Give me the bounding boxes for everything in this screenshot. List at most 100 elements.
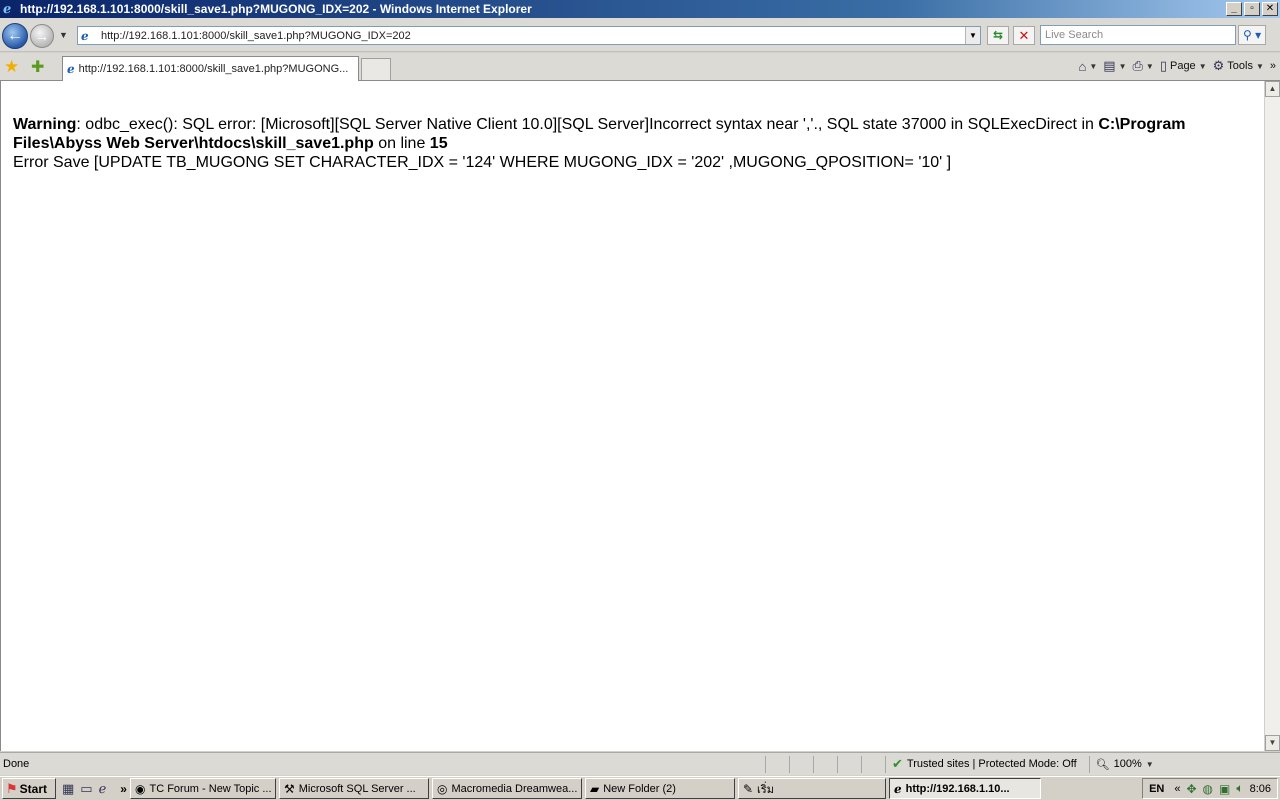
taskbar-item-dreamweaver[interactable]: ◎ Macromedia Dreamwea... (431, 778, 582, 799)
dreamweaver-icon: ◎ (436, 781, 448, 796)
taskbar-item-label: TC Forum - New Topic ... (149, 782, 272, 795)
command-bar: ⌂ ▼ ▤ ▼ ⎙ ▼ ▯ Page ▼ ⚙ Tools ▼ » (1079, 58, 1277, 74)
status-cell (765, 755, 789, 773)
page-content: Warning: odbc_exec(): SQL error: [Micros… (0, 81, 1264, 751)
chevron-down-icon: ▼ (1255, 61, 1264, 71)
ie-icon: ℯ (67, 62, 75, 76)
folder-icon: ▰ (589, 781, 600, 796)
taskbar-item-chrome[interactable]: ◉ TC Forum - New Topic ... (129, 778, 276, 799)
language-indicator[interactable]: EN (1149, 783, 1164, 795)
feeds-button[interactable]: ▤ ▼ (1103, 58, 1126, 74)
tray-app-icon[interactable]: ✥ (1186, 782, 1196, 796)
error-save-message: Error Save [UPDATE TB_MUGONG SET CHARACT… (13, 154, 952, 171)
minimize-button[interactable]: _ (1226, 2, 1242, 16)
tools-menu-label: Tools (1227, 60, 1253, 72)
chevron-down-icon: ▼ (1089, 61, 1098, 71)
tray-network-icon[interactable]: ◍ (1203, 782, 1213, 796)
forward-arrow-icon[interactable]: → (30, 24, 54, 48)
chevron-down-icon: ▼ (1145, 759, 1154, 769)
scroll-up-icon[interactable]: ▲ (1265, 81, 1280, 97)
trusted-check-icon: ✔ (892, 756, 903, 771)
recent-pages-dropdown-icon[interactable]: ▼ (59, 30, 68, 40)
close-button[interactable]: ✕ (1262, 2, 1278, 16)
stop-icon[interactable]: ✕ (1013, 26, 1035, 45)
ie-icon: ℯ (3, 1, 12, 16)
tools-gear-icon: ⚙ (1212, 58, 1225, 73)
favorites-star-icon[interactable]: ★ (4, 57, 19, 77)
print-button[interactable]: ⎙ ▼ (1133, 58, 1154, 74)
show-desktop-icon[interactable]: ▭ (80, 781, 92, 797)
status-cell (813, 755, 837, 773)
taskbar-item-ie[interactable]: ℯ http://192.168.1.10... (888, 778, 1041, 799)
taskbar-item-label: เริ่ม (757, 783, 774, 796)
security-zone[interactable]: ✔ Trusted sites | Protected Mode: Off (885, 755, 1083, 773)
warning-label: Warning (13, 116, 77, 133)
status-text: Done (3, 758, 30, 770)
chevron-down-icon: ▼ (1198, 61, 1207, 71)
tray-volume-icon[interactable]: 🔈︎ (1236, 781, 1243, 796)
warning-text: : odbc_exec(): SQL error: [Microsoft][SQ… (76, 116, 1099, 133)
status-cell (837, 755, 861, 773)
home-icon: ⌂ (1078, 58, 1087, 74)
line-number: 15 (429, 135, 448, 152)
ie-icon: ℯ (81, 28, 89, 43)
status-bar: Done ✔ Trusted sites | Protected Mode: O… (0, 752, 1280, 775)
sql-server-icon: ⚒ (283, 781, 295, 796)
zoom-control[interactable]: 🔍︎ 100% ▼ (1088, 755, 1160, 773)
start-label: Start (19, 781, 47, 796)
address-bar[interactable]: ℯ http://192.168.1.101:8000/skill_save1.… (77, 26, 981, 45)
taskbar-item-label: Microsoft SQL Server ... (298, 782, 416, 795)
taskbar-item-label: Macromedia Dreamwea... (451, 782, 578, 795)
vertical-scrollbar[interactable]: ▲ ▼ (1264, 81, 1280, 751)
refresh-icon[interactable]: ⇆ (987, 26, 1009, 45)
add-favorites-icon[interactable]: ✚ (31, 57, 44, 77)
page-menu-label: Page (1169, 60, 1196, 72)
chevron-right-icon[interactable]: » (120, 782, 127, 796)
address-toolbar: ← → ▼ ℯ http://192.168.1.101:8000/skill_… (0, 18, 1280, 52)
taskbar-item-label: New Folder (2) (603, 782, 676, 795)
ie-icon[interactable]: ℯ (99, 781, 107, 797)
on-line-text: on line (373, 135, 430, 152)
zoom-icon: 🔍︎ (1095, 758, 1110, 771)
new-tab-button[interactable] (361, 58, 391, 80)
quick-launch: ▦ ▭ ℯ (62, 781, 106, 797)
quick-launch-icon[interactable]: ▦ (62, 781, 74, 797)
tab-current[interactable]: ℯ http://192.168.1.101:8000/skill_save1.… (62, 56, 359, 81)
chevron-down-icon: ▼ (1118, 61, 1127, 71)
app-icon: ✎ (742, 781, 754, 796)
back-arrow-icon[interactable]: ← (2, 23, 28, 49)
scroll-down-icon[interactable]: ▼ (1265, 735, 1280, 751)
taskbar-item-label: http://192.168.1.10... (905, 782, 1010, 795)
zoom-level: 100% (1113, 758, 1142, 770)
chevron-left-icon[interactable]: « (1174, 783, 1180, 795)
taskbar-item-folder[interactable]: ▰ New Folder (2) (584, 778, 735, 799)
taskbar-item-sql-server[interactable]: ⚒ Microsoft SQL Server ... (278, 778, 429, 799)
system-tray: EN « ✥ ◍ ▣ 🔈︎ 8:06 (1142, 778, 1278, 799)
chevron-right-icon[interactable]: » (1270, 60, 1276, 72)
security-zone-label: Trusted sites | Protected Mode: Off (906, 758, 1077, 770)
maximize-button[interactable]: ▫ (1244, 2, 1260, 16)
ie-icon: ℯ (893, 781, 902, 796)
status-cell (789, 755, 813, 773)
tray-device-icon[interactable]: ▣ (1219, 782, 1230, 796)
warning-message: Warning: odbc_exec(): SQL error: [Micros… (13, 115, 1252, 153)
chevron-down-icon[interactable]: ▼ (965, 27, 980, 44)
taskbar: ⚑ Start ▦ ▭ ℯ » ◉ TC Forum - New Topic .… (0, 776, 1280, 800)
chevron-down-icon: ▼ (1145, 61, 1154, 71)
tools-menu[interactable]: ⚙ Tools ▼ (1213, 58, 1264, 74)
start-button[interactable]: ⚑ Start (2, 778, 56, 799)
page-menu[interactable]: ▯ Page ▼ (1160, 58, 1207, 74)
search-icon[interactable]: ⚲ ▾ (1238, 25, 1266, 45)
page-icon: ▯ (1159, 58, 1167, 73)
popup-blocker-icon[interactable] (861, 755, 885, 773)
tab-label: http://192.168.1.101:8000/skill_save1.ph… (78, 63, 349, 75)
feeds-icon: ▤ (1103, 58, 1116, 73)
print-icon: ⎙ (1132, 58, 1143, 73)
windows-logo-icon: ⚑ (6, 780, 18, 796)
taskbar-item-thai[interactable]: ✎ เริ่ม (737, 778, 886, 799)
home-button[interactable]: ⌂ ▼ (1079, 59, 1098, 74)
search-input[interactable]: Live Search (1040, 25, 1236, 45)
url-input[interactable]: http://192.168.1.101:8000/skill_save1.ph… (99, 30, 965, 42)
window-titlebar[interactable]: ℯ http://192.168.1.101:8000/skill_save1.… (0, 0, 1280, 18)
clock: 8:06 (1249, 782, 1271, 795)
